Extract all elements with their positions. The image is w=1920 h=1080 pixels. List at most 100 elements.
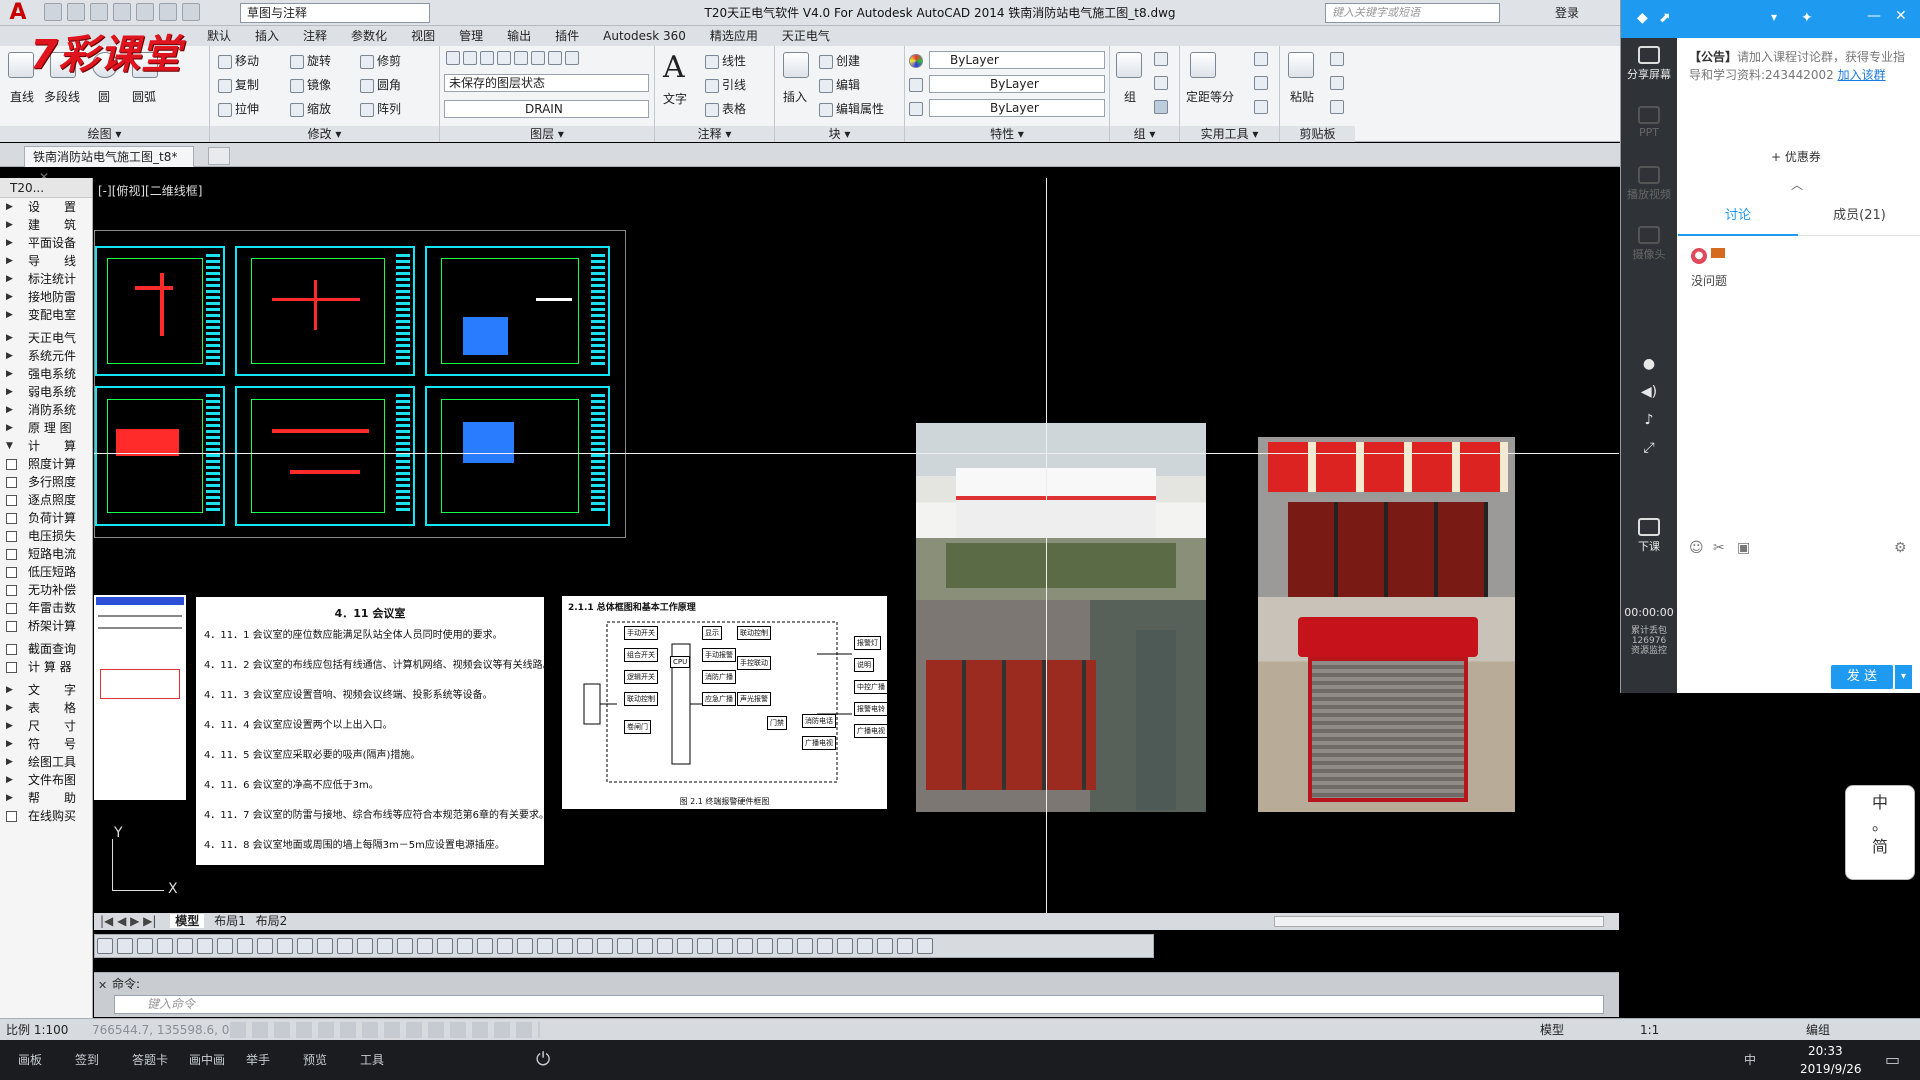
tab-tangent-electric[interactable]: 天正电气 [770,26,842,46]
sidebar-item[interactable]: ▶ 符 号 [0,735,92,753]
properties-panel-label[interactable]: 特性 ▾ [905,126,1109,142]
draw-toolbar-button-icon[interactable] [677,938,693,954]
color-select[interactable]: ByLayer [929,51,1105,69]
draw-toolbar-button-icon[interactable] [537,938,553,954]
close-command-line-icon[interactable]: ✕ [98,979,107,992]
sidebar-item[interactable]: ▶ 文件布图 [0,771,92,789]
sidebar-title[interactable]: T20... [0,178,92,198]
document-tab[interactable]: 铁南消防站电气施工图_t8* ✕ [24,146,194,184]
tab-default[interactable]: 默认 [195,26,243,46]
move-tool[interactable]: 移动 [218,52,259,69]
share-panel-icon[interactable]: ⬈ [1659,10,1671,26]
ime-floating-panel[interactable]: 中 。 简 [1845,785,1915,880]
viewport-controls[interactable]: [-][俯视][二维线框] [98,182,202,199]
group-edit-icon[interactable] [1154,76,1168,90]
match-properties-icon[interactable] [1330,100,1344,114]
class-tool-button[interactable]: 播放视频 [1621,166,1677,202]
save-as-icon[interactable] [113,3,131,21]
annotation-scale-select[interactable]: 1:1 [1640,1019,1659,1041]
layout-nav-arrows[interactable]: |◀ ◀ ▶ ▶| [94,914,156,928]
draw-toolbar-button-icon[interactable] [817,938,833,954]
minimize-icon[interactable]: — [1867,8,1881,24]
sidebar-item[interactable]: ▶ 建 筑 [0,216,92,234]
lineweight-select[interactable]: ByLayer [929,75,1105,93]
linear-dim-tool[interactable]: 线性 [705,52,746,69]
draw-toolbar-button-icon[interactable] [137,938,153,954]
draw-toolbar-button-icon[interactable] [697,938,713,954]
draw-toolbar-button-icon[interactable] [217,938,233,954]
autocad-logo-button[interactable]: A [4,1,32,25]
tab-members[interactable]: 成员(21) [1798,198,1920,236]
draw-toolbar-button-icon[interactable] [837,938,853,954]
pin-icon[interactable]: ✦ [1801,10,1813,26]
horizontal-scrollbar[interactable] [1274,916,1604,927]
utilities-panel-label[interactable]: 实用工具 ▾ [1180,126,1279,142]
sidebar-item[interactable]: ▶ 表 格 [0,699,92,717]
tab-output[interactable]: 输出 [495,26,543,46]
group-select-icon[interactable] [1154,100,1168,114]
paste-tool-label[interactable]: 粘贴 [1290,88,1314,105]
class-tool-button[interactable]: PPT [1621,106,1677,139]
rotate-tool[interactable]: 旋转 [290,52,331,69]
draw-toolbar-button-icon[interactable] [917,938,933,954]
leader-tool[interactable]: 引线 [705,76,746,93]
linetype-select[interactable]: ByLayer [929,99,1105,117]
draw-toolbar-button-icon[interactable] [157,938,173,954]
copy-clip-icon[interactable] [1330,76,1344,90]
sidebar-item[interactable]: 在线购买 [0,807,92,825]
layer-walk-icon[interactable] [565,50,579,65]
draw-toolbar-button-icon[interactable] [617,938,633,954]
calculator-icon[interactable] [1254,100,1268,114]
sidebar-item[interactable]: 截面查询 [0,640,92,658]
measure-tool-label[interactable]: 定距等分 [1186,88,1234,105]
mirror-tool[interactable]: 镜像 [290,76,331,93]
cut-icon[interactable] [1330,52,1344,66]
workspace-select[interactable]: 草图与注释 [240,3,430,23]
sidebar-item[interactable]: ▶ 弱电系统 [0,383,92,401]
draw-toolbar-button-icon[interactable] [417,938,433,954]
class-tool-button[interactable]: 摄像头 [1621,226,1677,262]
draw-toolbar-button-icon[interactable] [637,938,653,954]
draw-panel-label[interactable]: 绘图 ▾ [0,126,209,142]
ime-simplified-toggle[interactable]: 简 [1846,836,1914,858]
paste-icon[interactable] [1288,52,1314,78]
tab-discussion[interactable]: 讨论 [1678,198,1798,236]
draw-toolbar-button-icon[interactable] [877,938,893,954]
sidebar-item[interactable]: 年雷击数 [0,599,92,617]
scale-select[interactable]: 比例 1:100 [6,1019,68,1041]
sidebar-item[interactable]: ▶ 文 字 [0,681,92,699]
tab-featured-apps[interactable]: 精选应用 [698,26,770,46]
notifications-icon[interactable]: ▭ [1885,1040,1900,1080]
draw-toolbar-button-icon[interactable] [297,938,313,954]
ime-punctuation-toggle[interactable]: 。 [1846,814,1914,836]
draw-toolbar-button-icon[interactable] [857,938,873,954]
open-icon[interactable] [67,3,85,21]
annotation-panel-label[interactable]: 注释 ▾ [655,126,774,142]
draw-toolbar-button-icon[interactable] [117,938,133,954]
scissors-icon[interactable]: ✂ [1713,540,1725,556]
settings-icon[interactable]: ⚙ [1894,540,1907,556]
layer-state-select[interactable]: 未保存的图层状态 [444,74,649,92]
select-all-icon[interactable] [1254,76,1268,90]
layer-previous-icon[interactable] [548,50,562,65]
draw-toolbar-button-icon[interactable] [317,938,333,954]
draw-toolbar-button-icon[interactable] [197,938,213,954]
sidebar-item[interactable]: ▶ 系统元件 [0,347,92,365]
layer-freeze-icon[interactable] [497,50,511,65]
sidebar-item[interactable]: 短路电流 [0,545,92,563]
draw-toolbar-button-icon[interactable] [517,938,533,954]
new-icon[interactable] [44,3,62,21]
class-tool-button[interactable]: 下课 [1621,518,1677,554]
edit-attributes-tool[interactable]: 编辑属性 [819,100,884,117]
draw-toolbar-button-icon[interactable] [737,938,753,954]
sidebar-item[interactable]: 计 算 器 [0,658,92,676]
draw-toolbar-button-icon[interactable] [97,938,113,954]
draw-toolbar-button-icon[interactable] [277,938,293,954]
ime-indicator[interactable]: 中 [1744,1040,1756,1080]
draw-toolbar-button-icon[interactable] [557,938,573,954]
array-tool[interactable]: 阵列 [360,100,401,117]
measure-icon[interactable] [1190,52,1216,78]
group-tool-label[interactable]: 组 [1124,88,1136,105]
taskbar-item[interactable]: 答题卡 [132,1040,168,1080]
sidebar-item[interactable]: 照度计算 [0,455,92,473]
